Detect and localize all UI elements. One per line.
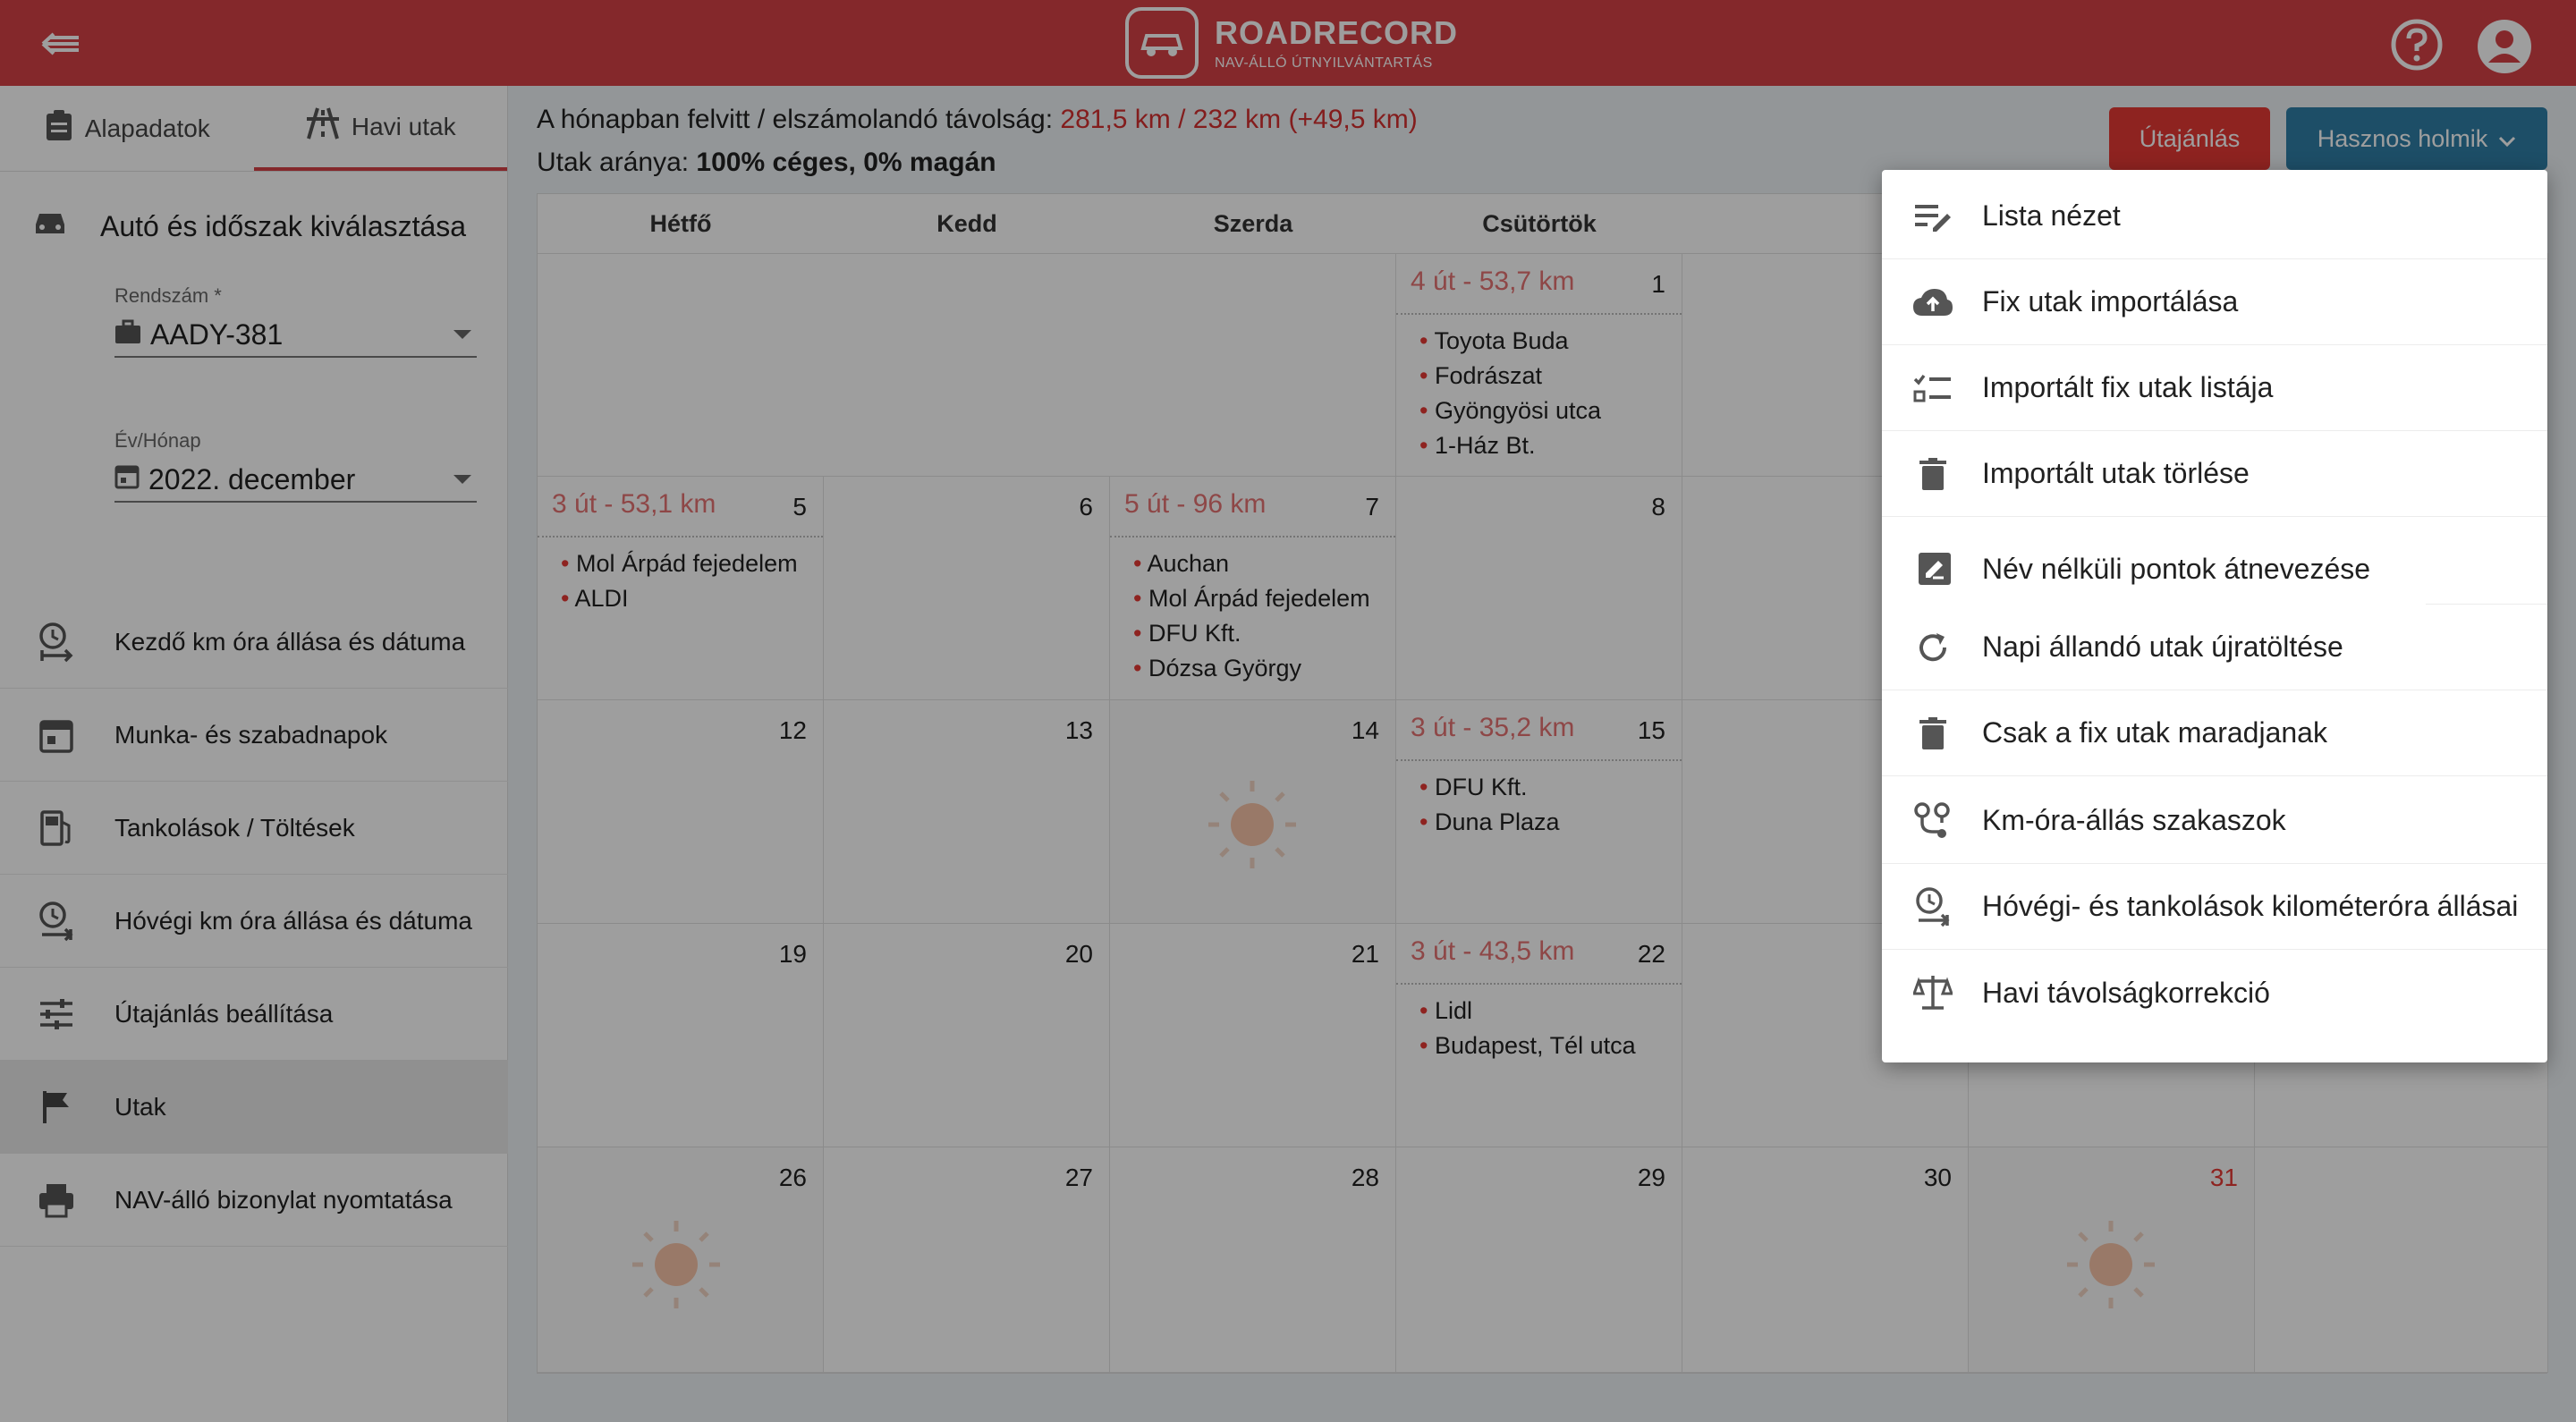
menu-item-list-view[interactable]: Lista nézet — [1882, 174, 2547, 259]
menu-label: Név nélküli pontok átnevezése — [1982, 552, 2371, 585]
menu-label: Havi távolságkorrekció — [1982, 976, 2270, 1009]
menu-item-keep-fixed[interactable]: Csak a fix utak maradjanak — [1882, 690, 2547, 776]
menu-label: Fix utak importálása — [1982, 285, 2239, 317]
trash-icon — [1911, 452, 1955, 496]
route-pins-icon — [1911, 799, 1955, 843]
refresh-icon — [1911, 625, 1955, 670]
menu-item-km-sections[interactable]: Km-óra-állás szakaszok — [1882, 778, 2547, 864]
menu-item-imported-list[interactable]: Importált fix utak listája — [1882, 345, 2547, 431]
scale-icon — [1911, 970, 1955, 1015]
menu-item-import-fixed[interactable]: Fix utak importálása — [1882, 259, 2547, 345]
menu-label: Lista nézet — [1982, 199, 2121, 232]
menu-item-delete-imported[interactable]: Importált utak törlése — [1882, 431, 2547, 517]
menu-item-rename-unnamed-highlight[interactable]: Név nélküli pontok átnevezése — [1884, 522, 2424, 615]
menu-item-end-month-odometer[interactable]: Hóvégi- és tankolások kilométeróra állás… — [1882, 864, 2547, 950]
menu-item-distance-correction[interactable]: Havi távolságkorrekció — [1882, 950, 2547, 1036]
menu-label: Importált fix utak listája — [1982, 371, 2274, 403]
menu-label: Km-óra-állás szakaszok — [1982, 804, 2286, 836]
checklist-icon — [1911, 366, 1955, 411]
trash-icon — [1911, 711, 1955, 756]
useful-tools-menu: Lista nézet Fix utak importálása Importá… — [1882, 170, 2547, 1062]
rename-icon — [1912, 546, 1957, 591]
cloud-upload-icon — [1911, 280, 1955, 325]
list-edit-icon — [1911, 194, 1955, 239]
clock-arrow-icon — [1911, 885, 1955, 929]
menu-label: Importált utak törlése — [1982, 457, 2250, 489]
menu-label: Csak a fix utak maradjanak — [1982, 716, 2327, 749]
menu-label: Napi állandó utak újratöltése — [1982, 631, 2343, 663]
menu-item-reload-daily[interactable]: Napi állandó utak újratöltése — [1882, 605, 2547, 690]
menu-label: Hóvégi- és tankolások kilométeróra állás… — [1982, 890, 2519, 922]
